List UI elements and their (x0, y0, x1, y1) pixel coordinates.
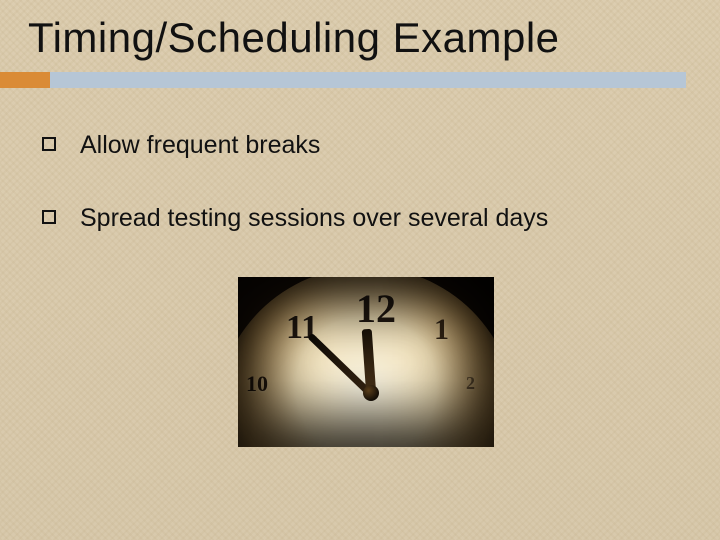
divider-main (50, 72, 686, 88)
clock-numeral-10: 10 (246, 371, 268, 397)
slide-title: Timing/Scheduling Example (0, 0, 720, 68)
divider-accent (0, 72, 50, 88)
clock-image: 11 12 1 10 2 (238, 277, 494, 447)
square-bullet-icon (42, 210, 56, 224)
clock-numeral-1: 1 (434, 313, 449, 347)
clock-numeral-12: 12 (356, 285, 396, 332)
bullet-text: Spread testing sessions over several day… (80, 203, 548, 234)
list-item: Allow frequent breaks (42, 130, 690, 161)
bullet-text: Allow frequent breaks (80, 130, 320, 161)
list-item: Spread testing sessions over several day… (42, 203, 690, 234)
clock-numeral-2: 2 (466, 373, 475, 394)
square-bullet-icon (42, 137, 56, 151)
slide-body: Allow frequent breaks Spread testing ses… (0, 88, 720, 447)
title-divider (0, 72, 686, 88)
clock-hub (363, 385, 379, 401)
